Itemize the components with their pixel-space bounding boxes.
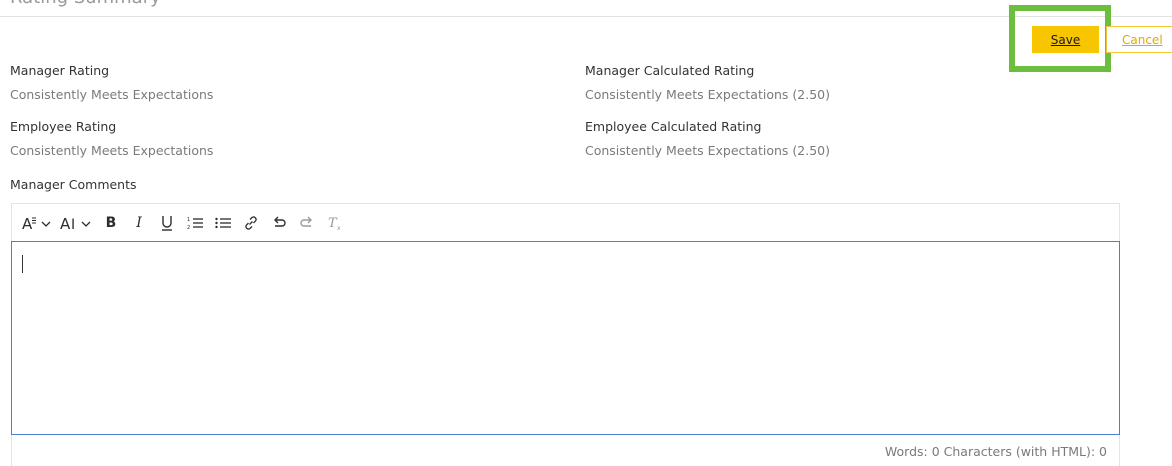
manager-comments-label: Manager Comments (10, 177, 137, 192)
employee-rating-label: Employee Rating (10, 119, 117, 134)
redo-icon[interactable] (296, 211, 318, 235)
editor-toolbar: A A I B I 1 2 T x (11, 203, 1120, 241)
svg-text:2: 2 (187, 225, 190, 231)
save-label: Save (1050, 32, 1081, 47)
svg-text:A: A (60, 215, 71, 232)
employee-calculated-rating-label: Employee Calculated Rating (585, 119, 762, 134)
header-divider (0, 16, 1172, 17)
text-cursor (22, 255, 23, 273)
page-title: Rating Summary (10, 0, 161, 8)
svg-text:1: 1 (187, 217, 190, 223)
clear-format-icon[interactable]: T x (324, 211, 346, 235)
italic-icon[interactable]: I (128, 211, 150, 235)
font-format-icon[interactable]: A (22, 211, 54, 235)
font-size-icon[interactable]: A I (60, 211, 94, 235)
manager-comments-editor[interactable] (11, 241, 1120, 435)
manager-rating-value: Consistently Meets Expectations (10, 87, 214, 102)
employee-calculated-rating-value: Consistently Meets Expectations (2.50) (585, 143, 830, 158)
page: Rating Summary Save Cancel Manager Ratin… (0, 0, 1172, 466)
svg-text:A: A (22, 215, 33, 232)
numbered-list-icon[interactable]: 1 2 (184, 211, 206, 235)
svg-text:x: x (337, 225, 341, 231)
manager-rating-label: Manager Rating (10, 63, 110, 78)
bold-icon[interactable]: B (100, 211, 122, 235)
link-icon[interactable] (240, 211, 262, 235)
undo-icon[interactable] (268, 211, 290, 235)
svg-text:I: I (71, 217, 75, 232)
employee-rating-value: Consistently Meets Expectations (10, 143, 214, 158)
save-button[interactable]: Save (1032, 26, 1099, 53)
editor-word-count: Words: 0 Characters (with HTML): 0 (11, 435, 1120, 466)
cancel-button[interactable]: Cancel (1106, 26, 1172, 53)
manager-calculated-rating-value: Consistently Meets Expectations (2.50) (585, 87, 830, 102)
manager-calculated-rating-label: Manager Calculated Rating (585, 63, 755, 78)
underline-icon[interactable] (156, 211, 178, 235)
bulleted-list-icon[interactable] (212, 211, 234, 235)
